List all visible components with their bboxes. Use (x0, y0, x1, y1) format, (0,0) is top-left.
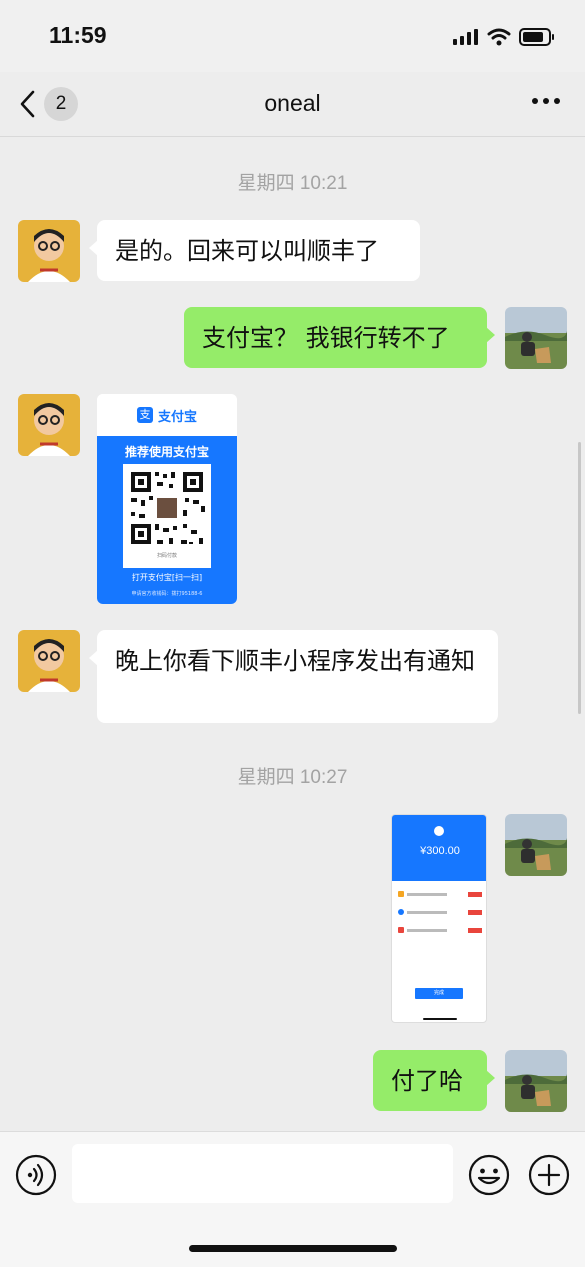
plus-button[interactable] (528, 1154, 570, 1200)
battery-icon (519, 28, 554, 46)
screenshot-row (398, 905, 482, 919)
payment-screenshot-image[interactable]: ¥300.00 完成 (391, 814, 487, 1023)
contact-avatar[interactable] (18, 394, 80, 456)
message-bubble[interactable]: 晚上你看下顺丰小程序发出有通知 (89, 630, 498, 723)
wifi-icon (487, 28, 511, 46)
more-button[interactable] (531, 90, 561, 109)
emoji-icon (468, 1154, 510, 1196)
self-avatar[interactable] (505, 814, 567, 876)
avatar-photo (505, 307, 567, 369)
screenshot-home-indicator (423, 1018, 457, 1020)
qr-caption: 扫码付款 (156, 553, 177, 559)
alipay-logo-icon: 支 (136, 407, 153, 423)
voice-button[interactable] (15, 1154, 57, 1200)
status-icons (453, 24, 555, 50)
avatar-photo (505, 1050, 567, 1112)
alipay-brand: 支付宝 (157, 409, 197, 425)
emoji-button[interactable] (468, 1154, 510, 1200)
screenshot-amount: ¥300.00 (420, 845, 460, 857)
screenshot-row (398, 923, 482, 937)
scrollbar[interactable] (578, 442, 581, 714)
alipay-card-body: 推荐使用支付宝 扫码付款 打开支付宝[扫一扫] 申请官方收钱码：拨打95188-… (97, 436, 237, 604)
screenshot-header: ¥300.00 (392, 815, 486, 881)
more-icon (532, 98, 560, 104)
plus-icon (528, 1154, 570, 1196)
alipay-qr-image[interactable]: 支 支付宝 推荐使用支付宝 扫码付款 打开支付宝[扫一扫] 申请官方收钱码：拨打… (97, 394, 237, 604)
alipay-footer: 申请官方收钱码：拨打95188-6 (131, 591, 203, 597)
timestamp: 星期四 10:27 (237, 767, 348, 788)
voice-icon (15, 1154, 57, 1196)
contact-avatar[interactable] (18, 220, 80, 282)
qr-code-icon (131, 472, 205, 544)
avatar-illustration (18, 220, 80, 282)
home-indicator[interactable] (189, 1245, 397, 1252)
alipay-logo-icon (434, 826, 444, 836)
timestamp: 星期四 10:21 (237, 173, 348, 194)
avatar-photo (505, 814, 567, 876)
message-bubble[interactable]: 付了哈 (373, 1050, 495, 1111)
self-avatar[interactable] (505, 307, 567, 369)
alipay-card-heading: 推荐使用支付宝 (124, 445, 209, 459)
alipay-card-header: 支 支付宝 (97, 394, 237, 436)
self-avatar[interactable] (505, 1050, 567, 1112)
message-bubble[interactable]: 是的。回来可以叫顺丰了 (89, 220, 420, 281)
avatar-illustration (18, 630, 80, 692)
nav-bar: 2 oneal (0, 72, 585, 137)
message-bubble[interactable]: 支付宝？ 我银行转不了 (184, 307, 495, 368)
status-bar: 11:59 (0, 0, 585, 72)
contact-avatar[interactable] (18, 630, 80, 692)
qr-code: 扫码付款 (123, 464, 211, 568)
message-input[interactable] (72, 1144, 453, 1203)
screenshot-row (398, 887, 482, 901)
status-time: 11:59 (49, 22, 107, 48)
screenshot-done-button: 完成 (415, 988, 463, 999)
chat-title: oneal (264, 90, 321, 116)
avatar-illustration (18, 394, 80, 456)
alipay-open-label: 打开支付宝[扫一扫] (131, 573, 203, 582)
signal-icon (453, 29, 478, 45)
